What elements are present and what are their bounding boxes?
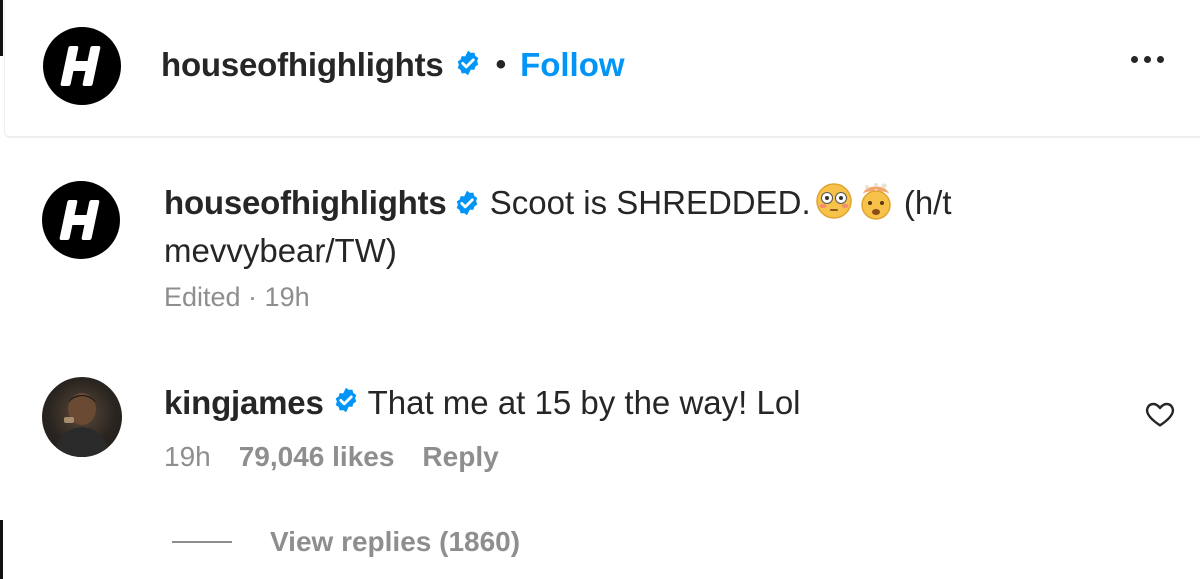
verified-badge-icon [332, 380, 360, 425]
caption-avatar[interactable] [42, 181, 120, 259]
follow-button[interactable]: Follow [520, 46, 624, 84]
comment-likes[interactable]: 79,046 likes [239, 441, 395, 473]
caption-username[interactable]: houseofhighlights [164, 184, 447, 221]
replies-divider [172, 541, 232, 543]
comment-text: kingjames That me at 15 by the way! Lol [164, 380, 801, 425]
reply-button[interactable]: Reply [422, 441, 498, 473]
window-edge-mark [0, 0, 3, 56]
comment-time[interactable]: 19h [164, 441, 211, 473]
profile-avatar[interactable] [43, 27, 121, 105]
caption-body: Scoot is SHREDDED. [489, 184, 811, 221]
header-separator: • [495, 48, 507, 81]
exploding-head-icon [860, 183, 891, 220]
house-of-highlights-logo-icon [59, 200, 100, 240]
commenter-photo-icon [54, 393, 110, 457]
commenter-username[interactable]: kingjames [164, 380, 324, 425]
view-replies-button[interactable]: View replies (1860) [172, 526, 520, 558]
window-edge-mark [0, 520, 3, 579]
post-header: houseofhighlights • Follow [4, 0, 1200, 138]
view-replies-label: View replies (1860) [270, 526, 521, 557]
comment-body: That me at 15 by the way! Lol [367, 384, 801, 421]
house-of-highlights-logo-icon [60, 46, 101, 86]
heart-outline-icon[interactable] [1144, 398, 1176, 435]
flushed-face-icon [815, 183, 852, 219]
commenter-avatar[interactable] [42, 377, 122, 457]
verified-badge-icon [453, 183, 481, 228]
comment-meta: 19h 79,046 likes Reply [164, 441, 499, 473]
header-username[interactable]: houseofhighlights [161, 46, 444, 84]
caption-text: houseofhighlights Scoot is SHREDDED. (h/… [164, 180, 1064, 273]
verified-badge-icon [454, 49, 482, 82]
more-horizontal-icon[interactable] [1131, 56, 1164, 63]
caption-meta: Edited · 19h [164, 282, 310, 312]
